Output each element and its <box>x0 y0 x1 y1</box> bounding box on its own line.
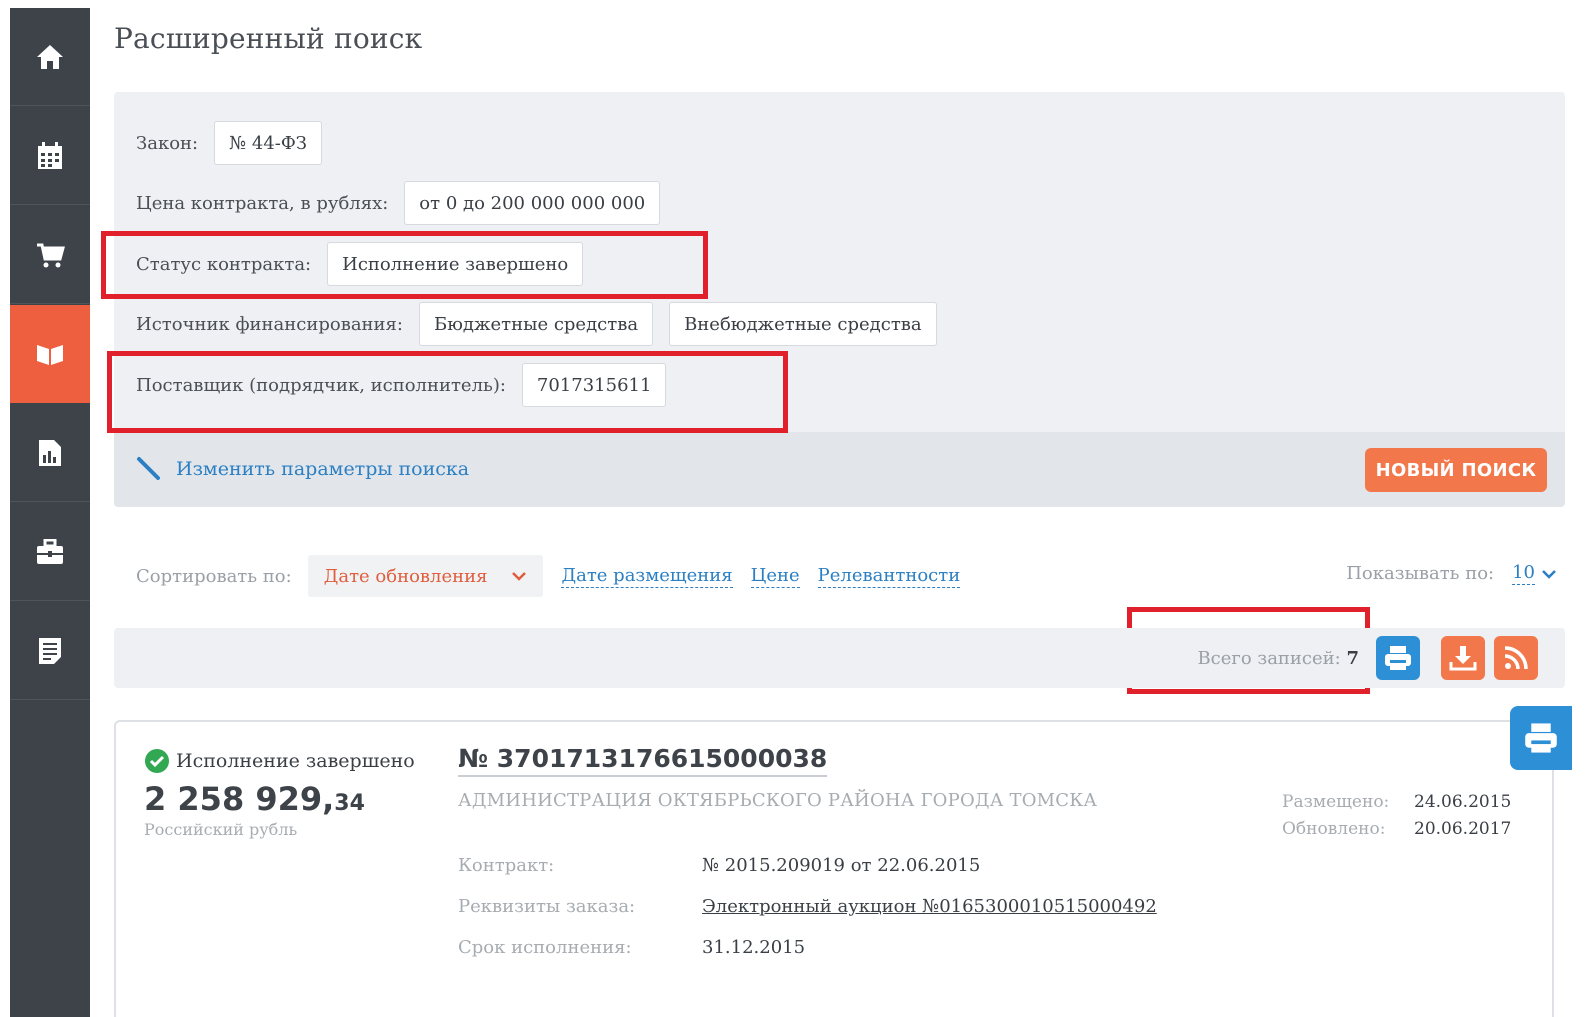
page-title: Расширенный поиск <box>114 22 423 55</box>
rss-icon <box>1504 646 1528 670</box>
sidebar-item-organizations[interactable] <box>10 503 90 601</box>
filter-chip-law[interactable]: № 44-ФЗ <box>214 121 323 165</box>
deadline-detail-label: Срок исполнения: <box>458 937 632 958</box>
sort-option-price[interactable]: Цене <box>750 565 800 588</box>
sidebar-item-calendar[interactable] <box>10 107 90 205</box>
per-page-control: Показывать по: 10 <box>1346 562 1557 585</box>
briefcase-icon <box>37 538 63 564</box>
contract-number-link[interactable]: № 3701713176615000038 <box>458 744 828 777</box>
deadline-detail: Срок исполнения: 31.12.2015 <box>458 937 805 958</box>
chevron-down-icon <box>1542 569 1556 579</box>
download-button[interactable] <box>1441 636 1485 680</box>
sort-bar: Сортировать по: Дате обновления Дате раз… <box>136 555 978 597</box>
order-link[interactable]: Электронный аукцион №0165300010515000492 <box>702 896 1157 917</box>
total-records: Всего записей: 7 <box>1197 648 1359 669</box>
sort-label: Сортировать по: <box>136 565 292 587</box>
sort-option-relevance[interactable]: Релевантности <box>817 565 961 588</box>
order-detail-label: Реквизиты заказа: <box>458 896 636 917</box>
chevron-down-icon <box>512 572 527 581</box>
updated-date-label: Обновлено: <box>1282 819 1386 839</box>
search-parameters-panel: Закон: № 44-ФЗ Цена контракта, в рублях:… <box>114 92 1565 507</box>
filter-chip-funding-extrabudget[interactable]: Внебюджетные средства <box>669 302 937 346</box>
posted-date-value: 24.06.2015 <box>1414 792 1512 812</box>
customer-name: АДМИНИСТРАЦИЯ ОКТЯБРЬСКОГО РАЙОНА ГОРОДА… <box>458 790 1098 811</box>
edit-search-link[interactable]: Изменить параметры поиска <box>136 456 469 482</box>
sort-option-posted[interactable]: Дате размещения <box>561 565 733 588</box>
report-icon <box>39 439 61 466</box>
per-page-label: Показывать по: <box>1346 563 1495 584</box>
filter-chip-price[interactable]: от 0 до 200 000 000 000 <box>404 181 661 225</box>
updated-date-value: 20.06.2017 <box>1414 819 1512 839</box>
per-page-select[interactable]: 10 <box>1512 562 1535 585</box>
filter-label: Поставщик (подрядчик, исполнитель): <box>136 374 506 396</box>
sidebar-item-cart[interactable] <box>10 206 90 304</box>
filter-label: Цена контракта, в рублях: <box>136 192 389 214</box>
filter-chip-status[interactable]: Исполнение завершено <box>327 242 584 286</box>
sidebar-item-contracts[interactable] <box>10 305 90 403</box>
contract-currency: Российский рубль <box>144 820 298 839</box>
sidebar-item-documents[interactable] <box>10 602 90 700</box>
filter-chip-funding-budget[interactable]: Бюджетные средства <box>418 302 654 346</box>
filter-law: Закон: № 44-ФЗ <box>136 121 338 165</box>
sidebar-item-home[interactable] <box>10 8 90 106</box>
contract-status-label: Исполнение завершено <box>176 750 415 772</box>
filter-funding: Источник финансирования: Бюджетные средс… <box>136 302 953 346</box>
contract-price-kopecks: 34 <box>334 791 365 816</box>
edit-search-label: Изменить параметры поиска <box>176 458 470 480</box>
print-icon <box>1385 646 1411 670</box>
contract-detail-value: № 2015.209019 от 22.06.2015 <box>702 855 981 876</box>
sidebar <box>10 8 90 1017</box>
deadline-detail-value: 31.12.2015 <box>702 937 806 958</box>
download-icon <box>1449 646 1477 671</box>
print-button[interactable] <box>1376 636 1420 680</box>
pencil-icon <box>137 457 160 480</box>
sort-selected-value: Дате обновления <box>323 565 488 587</box>
total-records-count: 7 <box>1346 648 1359 669</box>
new-search-button[interactable]: НОВЫЙ ПОИСК <box>1365 448 1547 492</box>
contract-detail-label: Контракт: <box>458 855 555 876</box>
document-list-icon <box>39 637 61 664</box>
filter-label: Закон: <box>136 132 199 154</box>
sidebar-item-reports[interactable] <box>10 404 90 502</box>
contract-card: Исполнение завершено 2 258 929,34 Россий… <box>114 720 1554 1017</box>
cart-icon <box>37 243 65 267</box>
check-circle-icon <box>145 749 169 773</box>
filter-label: Статус контракта: <box>136 253 312 275</box>
filter-chip-supplier[interactable]: 7017315611 <box>521 363 667 407</box>
filter-supplier: Поставщик (подрядчик, исполнитель): 7017… <box>136 363 682 407</box>
order-detail: Реквизиты заказа: Электронный аукцион №0… <box>458 896 1157 917</box>
contract-detail: Контракт: № 2015.209019 от 22.06.2015 <box>458 855 980 876</box>
contract-icon <box>37 344 63 365</box>
posted-date-label: Размещено: <box>1282 792 1390 812</box>
contract-price: 2 258 929,34 <box>144 780 365 818</box>
filter-price: Цена контракта, в рублях: от 0 до 200 00… <box>136 181 676 225</box>
updated-date: Обновлено: 20.06.2017 <box>1282 819 1511 839</box>
results-toolbar: Всего записей: 7 <box>114 628 1565 688</box>
filter-label: Источник финансирования: <box>136 313 403 335</box>
rss-button[interactable] <box>1494 636 1538 680</box>
posted-date: Размещено: 24.06.2015 <box>1282 792 1511 812</box>
total-records-label: Всего записей: <box>1197 648 1341 669</box>
home-icon <box>37 44 63 69</box>
contract-status: Исполнение завершено <box>144 748 415 774</box>
floating-print-button[interactable] <box>1510 706 1572 770</box>
print-icon <box>1525 723 1557 753</box>
contract-price-main: 2 258 929, <box>144 780 335 818</box>
filter-footer: Изменить параметры поиска НОВЫЙ ПОИСК <box>114 432 1565 507</box>
calendar-icon <box>38 141 62 169</box>
sort-select[interactable]: Дате обновления <box>307 555 544 597</box>
filter-status: Статус контракта: Исполнение завершено <box>136 242 599 286</box>
